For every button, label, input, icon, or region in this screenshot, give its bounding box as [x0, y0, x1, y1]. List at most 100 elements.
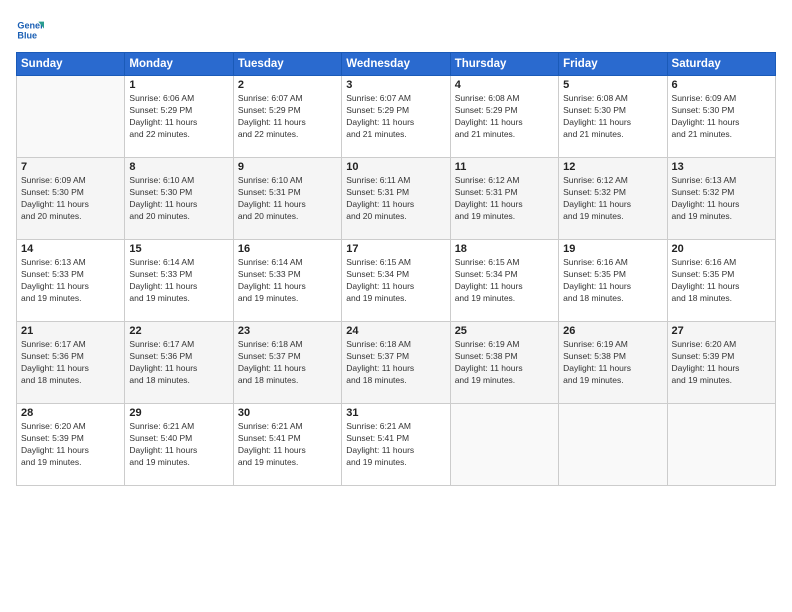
day-info: Sunrise: 6:06 AMSunset: 5:29 PMDaylight:… — [129, 93, 228, 141]
day-cell: 22 Sunrise: 6:17 AMSunset: 5:36 PMDayligh… — [125, 322, 233, 404]
logo: General Blue — [16, 16, 48, 44]
svg-text:Blue: Blue — [17, 30, 37, 40]
day-cell: 6 Sunrise: 6:09 AMSunset: 5:30 PMDaylight… — [667, 76, 775, 158]
day-header-thursday: Thursday — [450, 53, 558, 76]
day-header-wednesday: Wednesday — [342, 53, 450, 76]
day-cell: 3 Sunrise: 6:07 AMSunset: 5:29 PMDaylight… — [342, 76, 450, 158]
day-number: 6 — [672, 79, 771, 91]
day-header-saturday: Saturday — [667, 53, 775, 76]
header-row: SundayMondayTuesdayWednesdayThursdayFrid… — [17, 53, 776, 76]
day-cell: 23 Sunrise: 6:18 AMSunset: 5:37 PMDayligh… — [233, 322, 341, 404]
day-info: Sunrise: 6:21 AMSunset: 5:40 PMDaylight:… — [129, 421, 228, 469]
day-cell: 31 Sunrise: 6:21 AMSunset: 5:41 PMDayligh… — [342, 404, 450, 486]
day-info: Sunrise: 6:18 AMSunset: 5:37 PMDaylight:… — [238, 339, 337, 387]
day-info: Sunrise: 6:19 AMSunset: 5:38 PMDaylight:… — [563, 339, 662, 387]
day-number: 30 — [238, 407, 337, 419]
day-cell: 9Sunrise: 6:10 AMSunset: 5:31 PMDaylight… — [233, 158, 341, 240]
day-info: Sunrise: 6:17 AMSunset: 5:36 PMDaylight:… — [129, 339, 228, 387]
day-info: Sunrise: 6:11 AMSunset: 5:31 PMDaylight:… — [346, 175, 445, 223]
day-number: 16 — [238, 243, 337, 255]
day-number: 24 — [346, 325, 445, 337]
day-number: 15 — [129, 243, 228, 255]
day-info: Sunrise: 6:17 AMSunset: 5:36 PMDaylight:… — [21, 339, 120, 387]
day-number: 3 — [346, 79, 445, 91]
day-cell: 11 Sunrise: 6:12 AMSunset: 5:31 PMDayligh… — [450, 158, 558, 240]
day-number: 17 — [346, 243, 445, 255]
day-cell: 7Sunrise: 6:09 AMSunset: 5:30 PMDaylight… — [17, 158, 125, 240]
day-number: 1 — [129, 79, 228, 91]
day-info: Sunrise: 6:12 AMSunset: 5:31 PMDaylight:… — [455, 175, 554, 223]
day-number: 18 — [455, 243, 554, 255]
day-number: 7 — [21, 161, 120, 173]
day-info: Sunrise: 6:12 AMSunset: 5:32 PMDaylight:… — [563, 175, 662, 223]
day-info: Sunrise: 6:16 AMSunset: 5:35 PMDaylight:… — [563, 257, 662, 305]
day-number: 5 — [563, 79, 662, 91]
day-cell — [667, 404, 775, 486]
day-info: Sunrise: 6:13 AMSunset: 5:33 PMDaylight:… — [21, 257, 120, 305]
day-number: 25 — [455, 325, 554, 337]
day-info: Sunrise: 6:15 AMSunset: 5:34 PMDaylight:… — [455, 257, 554, 305]
week-row-2: 7Sunrise: 6:09 AMSunset: 5:30 PMDaylight… — [17, 158, 776, 240]
day-number: 13 — [672, 161, 771, 173]
day-number: 23 — [238, 325, 337, 337]
day-header-tuesday: Tuesday — [233, 53, 341, 76]
week-row-5: 28 Sunrise: 6:20 AMSunset: 5:39 PMDayligh… — [17, 404, 776, 486]
day-info: Sunrise: 6:14 AMSunset: 5:33 PMDaylight:… — [129, 257, 228, 305]
day-info: Sunrise: 6:08 AMSunset: 5:30 PMDaylight:… — [563, 93, 662, 141]
day-cell: 16 Sunrise: 6:14 AMSunset: 5:33 PMDayligh… — [233, 240, 341, 322]
calendar-header: SundayMondayTuesdayWednesdayThursdayFrid… — [17, 53, 776, 76]
day-info: Sunrise: 6:19 AMSunset: 5:38 PMDaylight:… — [455, 339, 554, 387]
day-cell: 4 Sunrise: 6:08 AMSunset: 5:29 PMDaylight… — [450, 76, 558, 158]
day-info: Sunrise: 6:20 AMSunset: 5:39 PMDaylight:… — [21, 421, 120, 469]
day-number: 8 — [129, 161, 228, 173]
day-header-monday: Monday — [125, 53, 233, 76]
day-info: Sunrise: 6:21 AMSunset: 5:41 PMDaylight:… — [346, 421, 445, 469]
day-cell — [17, 76, 125, 158]
week-row-1: 1 Sunrise: 6:06 AMSunset: 5:29 PMDaylight… — [17, 76, 776, 158]
day-cell: 28 Sunrise: 6:20 AMSunset: 5:39 PMDayligh… — [17, 404, 125, 486]
day-info: Sunrise: 6:10 AMSunset: 5:31 PMDaylight:… — [238, 175, 337, 223]
day-number: 21 — [21, 325, 120, 337]
day-info: Sunrise: 6:20 AMSunset: 5:39 PMDaylight:… — [672, 339, 771, 387]
day-info: Sunrise: 6:09 AMSunset: 5:30 PMDaylight:… — [672, 93, 771, 141]
day-info: Sunrise: 6:07 AMSunset: 5:29 PMDaylight:… — [238, 93, 337, 141]
day-cell: 5 Sunrise: 6:08 AMSunset: 5:30 PMDaylight… — [559, 76, 667, 158]
day-cell: 21 Sunrise: 6:17 AMSunset: 5:36 PMDayligh… — [17, 322, 125, 404]
day-info: Sunrise: 6:16 AMSunset: 5:35 PMDaylight:… — [672, 257, 771, 305]
header: General Blue — [16, 16, 776, 44]
day-cell: 27Sunrise: 6:20 AMSunset: 5:39 PMDayligh… — [667, 322, 775, 404]
day-cell: 17 Sunrise: 6:15 AMSunset: 5:34 PMDayligh… — [342, 240, 450, 322]
day-cell: 15 Sunrise: 6:14 AMSunset: 5:33 PMDayligh… — [125, 240, 233, 322]
day-cell: 20Sunrise: 6:16 AMSunset: 5:35 PMDayligh… — [667, 240, 775, 322]
day-cell: 29 Sunrise: 6:21 AMSunset: 5:40 PMDayligh… — [125, 404, 233, 486]
day-number: 29 — [129, 407, 228, 419]
day-cell: 13Sunrise: 6:13 AMSunset: 5:32 PMDayligh… — [667, 158, 775, 240]
day-cell — [450, 404, 558, 486]
day-header-sunday: Sunday — [17, 53, 125, 76]
day-cell: 26 Sunrise: 6:19 AMSunset: 5:38 PMDayligh… — [559, 322, 667, 404]
day-info: Sunrise: 6:18 AMSunset: 5:37 PMDaylight:… — [346, 339, 445, 387]
day-number: 26 — [563, 325, 662, 337]
day-info: Sunrise: 6:21 AMSunset: 5:41 PMDaylight:… — [238, 421, 337, 469]
day-info: Sunrise: 6:10 AMSunset: 5:30 PMDaylight:… — [129, 175, 228, 223]
day-number: 28 — [21, 407, 120, 419]
day-number: 10 — [346, 161, 445, 173]
day-cell: 2 Sunrise: 6:07 AMSunset: 5:29 PMDaylight… — [233, 76, 341, 158]
week-row-3: 14Sunrise: 6:13 AMSunset: 5:33 PMDayligh… — [17, 240, 776, 322]
day-cell: 12 Sunrise: 6:12 AMSunset: 5:32 PMDayligh… — [559, 158, 667, 240]
day-cell: 25 Sunrise: 6:19 AMSunset: 5:38 PMDayligh… — [450, 322, 558, 404]
day-number: 31 — [346, 407, 445, 419]
day-info: Sunrise: 6:07 AMSunset: 5:29 PMDaylight:… — [346, 93, 445, 141]
day-number: 22 — [129, 325, 228, 337]
day-number: 11 — [455, 161, 554, 173]
day-cell: 10 Sunrise: 6:11 AMSunset: 5:31 PMDayligh… — [342, 158, 450, 240]
day-info: Sunrise: 6:08 AMSunset: 5:29 PMDaylight:… — [455, 93, 554, 141]
day-cell: 18 Sunrise: 6:15 AMSunset: 5:34 PMDayligh… — [450, 240, 558, 322]
day-number: 2 — [238, 79, 337, 91]
day-info: Sunrise: 6:14 AMSunset: 5:33 PMDaylight:… — [238, 257, 337, 305]
day-info: Sunrise: 6:15 AMSunset: 5:34 PMDaylight:… — [346, 257, 445, 305]
day-header-friday: Friday — [559, 53, 667, 76]
day-number: 4 — [455, 79, 554, 91]
day-cell: 1 Sunrise: 6:06 AMSunset: 5:29 PMDaylight… — [125, 76, 233, 158]
day-number: 12 — [563, 161, 662, 173]
